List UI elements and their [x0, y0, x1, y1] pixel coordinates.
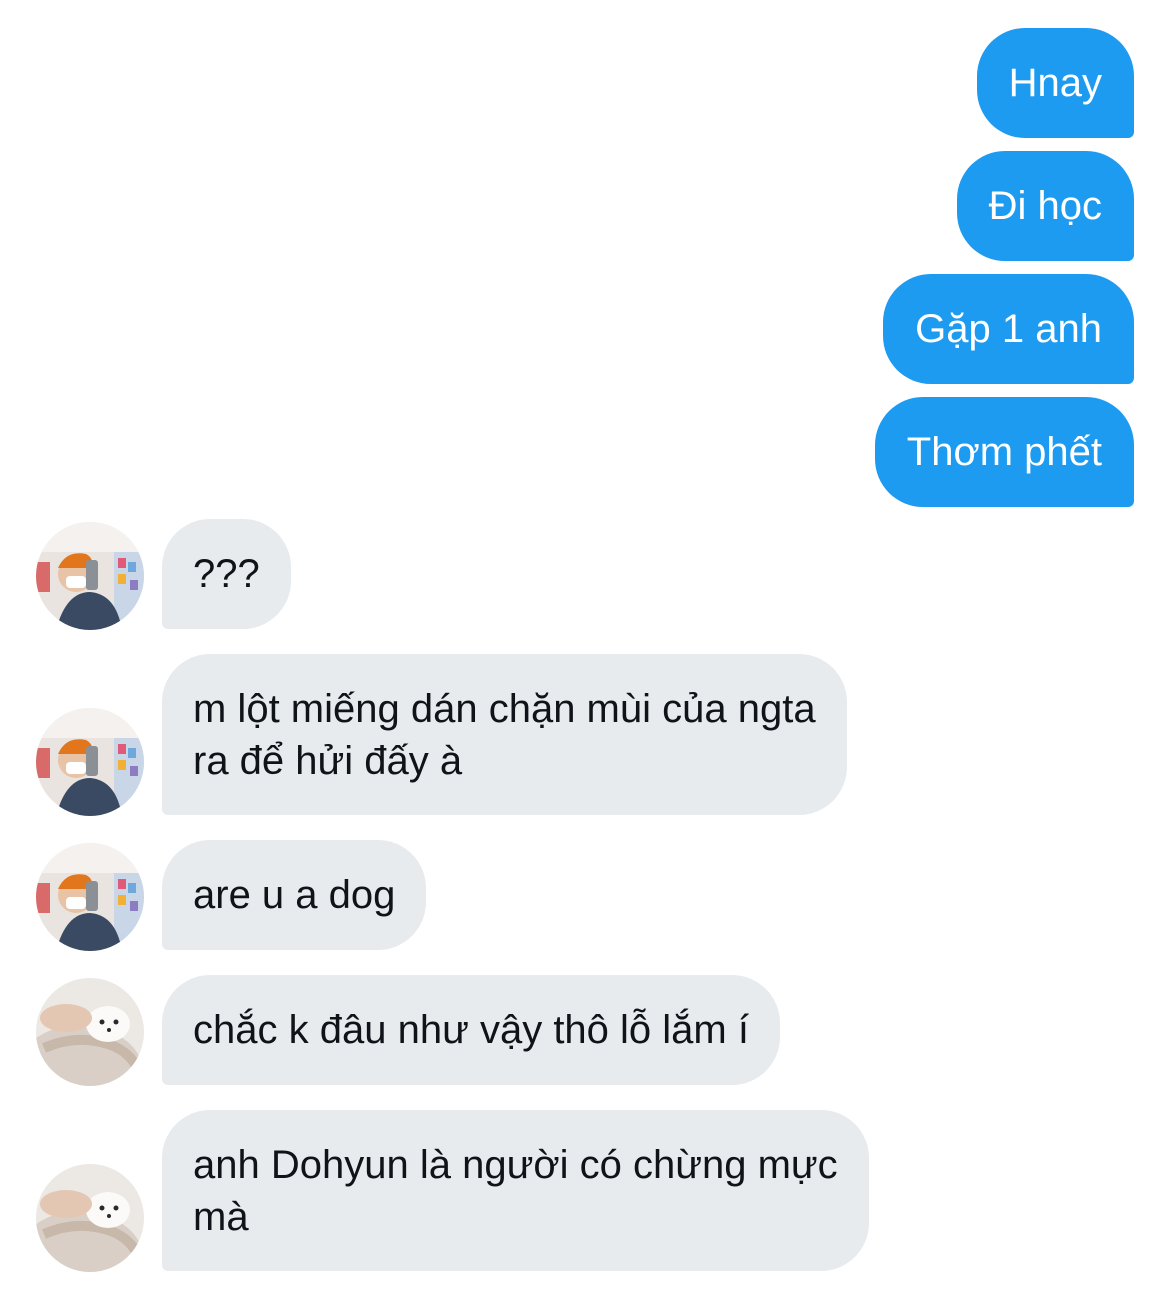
outgoing-message[interactable]: Thơm phết — [874, 397, 1134, 507]
puppy-avatar[interactable] — [36, 978, 144, 1086]
conversation-thread: Hnay Đi học Gặp 1 anh Thơm phết ??? m lộ… — [0, 0, 1170, 1293]
message-text: m lột miếng dán chặn mùi của ngta ra để … — [193, 686, 816, 783]
outgoing-message[interactable]: Hnay — [976, 28, 1134, 138]
outgoing-message[interactable]: Đi học — [956, 151, 1134, 261]
message-text: Gặp 1 anh — [915, 307, 1102, 351]
incoming-message[interactable]: anh Dohyun là người có chừng mực mà — [162, 1110, 869, 1271]
boy-selfie-avatar[interactable] — [36, 522, 144, 630]
incoming-message[interactable]: chắc k đâu như vậy thô lỗ lắm í — [162, 975, 780, 1085]
incoming-message[interactable]: ??? — [162, 519, 291, 629]
incoming-message[interactable]: are u a dog — [162, 840, 427, 950]
outgoing-message[interactable]: Gặp 1 anh — [883, 274, 1134, 384]
puppy-avatar[interactable] — [36, 1164, 144, 1272]
message-text: ??? — [193, 552, 260, 596]
boy-selfie-avatar[interactable] — [36, 708, 144, 816]
message-text: Đi học — [988, 184, 1102, 228]
message-text: anh Dohyun là người có chừng mực mà — [193, 1142, 838, 1239]
boy-selfie-avatar[interactable] — [36, 843, 144, 951]
message-text: are u a dog — [193, 873, 396, 917]
incoming-message[interactable]: m lột miếng dán chặn mùi của ngta ra để … — [162, 654, 847, 815]
message-text: Thơm phết — [906, 430, 1102, 474]
message-text: chắc k đâu như vậy thô lỗ lắm í — [193, 1008, 749, 1052]
message-text: Hnay — [1008, 61, 1102, 105]
